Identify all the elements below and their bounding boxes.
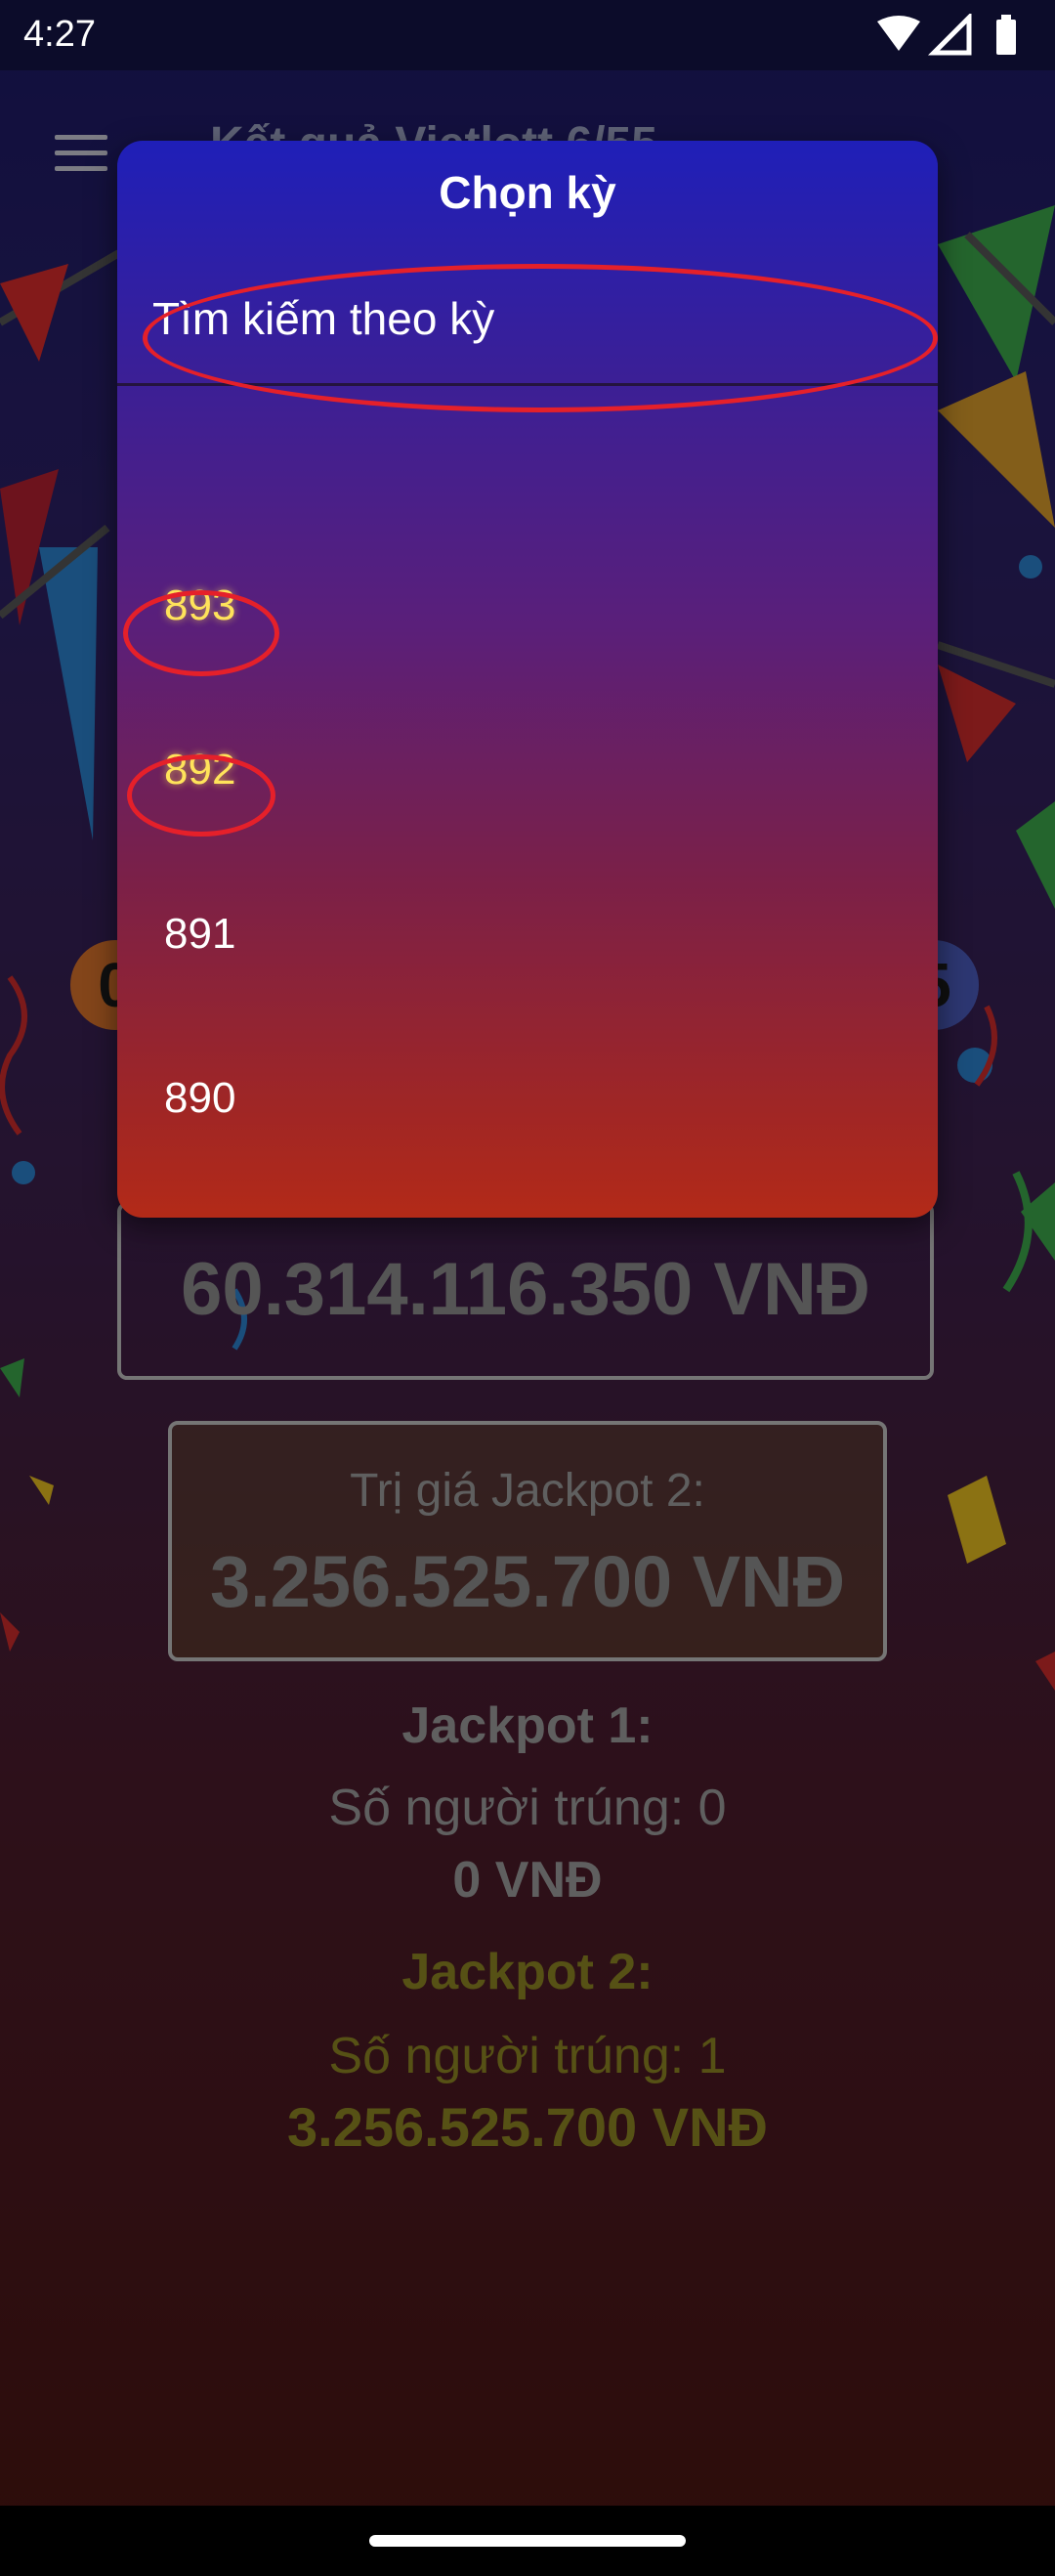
- period-item-890[interactable]: 890: [117, 1016, 938, 1181]
- period-item-label: 891: [164, 910, 236, 958]
- battery-icon: [996, 15, 1016, 55]
- signal-icon: [927, 14, 972, 56]
- period-item-label: 892: [164, 746, 236, 794]
- status-icons: [877, 14, 1016, 56]
- period-item-label: 893: [164, 581, 236, 629]
- status-bar: 4:27: [0, 0, 1055, 70]
- wifi-icon: [877, 16, 920, 51]
- period-item-label: 890: [164, 1074, 236, 1122]
- period-item-891[interactable]: 891: [117, 852, 938, 1016]
- period-search-input[interactable]: [152, 278, 895, 360]
- period-item-892[interactable]: 892: [117, 688, 938, 852]
- dialog-title: Chọn kỳ: [439, 167, 616, 218]
- select-period-dialog: Chọn kỳ 893 892 891 890 889: [117, 141, 938, 1218]
- period-item-893[interactable]: 893: [117, 524, 938, 688]
- period-item-889[interactable]: 889: [117, 1181, 938, 1218]
- home-handle[interactable]: [369, 2535, 686, 2547]
- status-time: 4:27: [23, 14, 96, 55]
- divider: [117, 383, 938, 386]
- navigation-bar: [0, 2506, 1055, 2576]
